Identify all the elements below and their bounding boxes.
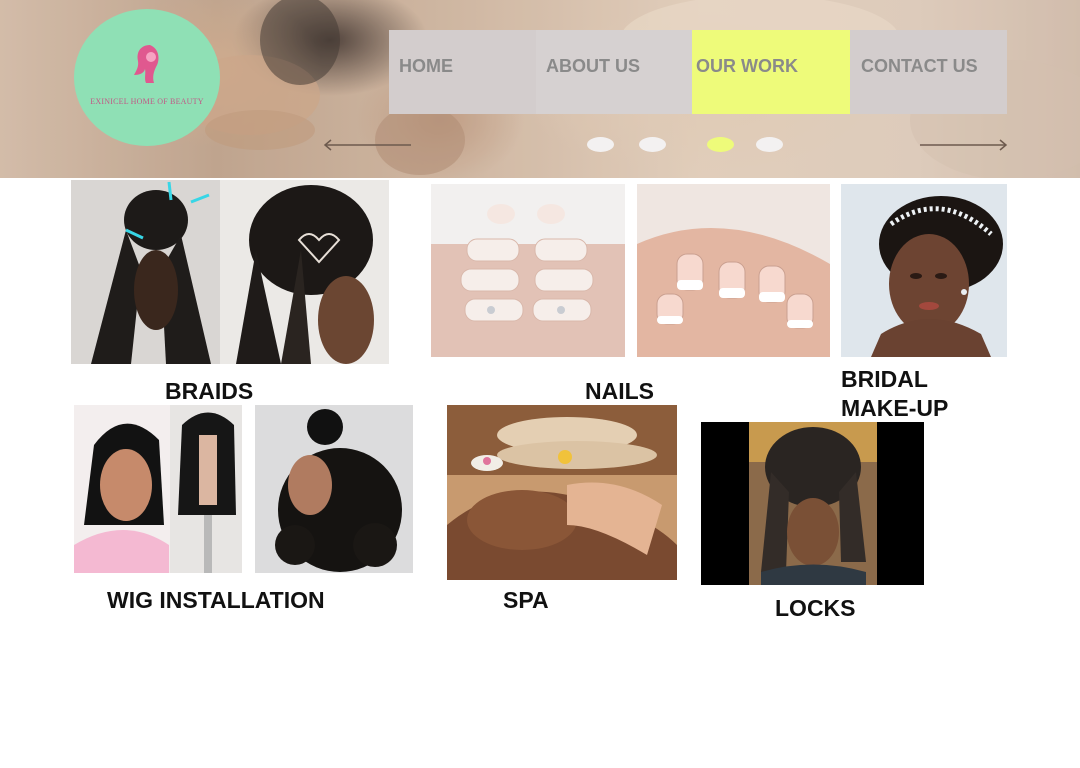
wig-photo-2 bbox=[255, 405, 413, 573]
bridal-photo bbox=[841, 184, 1007, 357]
spa-image[interactable] bbox=[447, 405, 677, 580]
carousel-dot-4[interactable] bbox=[756, 137, 783, 152]
bridal-makeup-image[interactable] bbox=[841, 184, 1007, 357]
wig-installation-caption: WIG INSTALLATION bbox=[107, 587, 325, 613]
nails-image-2[interactable] bbox=[637, 184, 830, 357]
carousel-dot-3[interactable] bbox=[707, 137, 734, 152]
braids-image[interactable] bbox=[71, 180, 389, 364]
carousel-dot-1[interactable] bbox=[587, 137, 614, 152]
woman-silhouette-icon bbox=[134, 45, 159, 83]
nails-photo-2 bbox=[637, 184, 830, 357]
carousel-dot-2[interactable] bbox=[639, 137, 666, 152]
bridal-caption-line1: BRIDAL bbox=[841, 366, 928, 392]
nails-photo-1 bbox=[431, 184, 625, 357]
bridal-caption: BRIDAL MAKE-UP bbox=[841, 365, 948, 423]
main-navigation: HOME ABOUT US OUR WORK CONTACT US bbox=[389, 30, 1007, 114]
nav-our-work[interactable]: OUR WORK bbox=[692, 30, 850, 114]
bridal-caption-line2: MAKE-UP bbox=[841, 395, 949, 421]
wig-image-2[interactable] bbox=[255, 405, 413, 573]
arrow-right-icon[interactable] bbox=[918, 138, 1008, 152]
nav-home[interactable]: HOME bbox=[389, 30, 536, 114]
hero-banner: EXINICEL HOME OF BEAUTY HOME ABOUT US OU… bbox=[0, 0, 1080, 178]
nails-caption: NAILS bbox=[585, 378, 654, 404]
page: EXINICEL HOME OF BEAUTY HOME ABOUT US OU… bbox=[0, 0, 1080, 768]
nails-image-1[interactable] bbox=[431, 184, 625, 357]
nav-contact-us[interactable]: CONTACT US bbox=[850, 30, 1007, 114]
wig-photo-1 bbox=[74, 405, 242, 573]
nav-about-us[interactable]: ABOUT US bbox=[536, 30, 692, 114]
spa-caption: SPA bbox=[503, 587, 549, 613]
locks-caption: LOCKS bbox=[775, 595, 856, 621]
braids-photo bbox=[71, 180, 389, 364]
locks-image[interactable] bbox=[701, 422, 924, 585]
locks-photo bbox=[701, 422, 924, 585]
logo-text: EXINICEL HOME OF BEAUTY bbox=[90, 97, 204, 106]
spa-photo bbox=[447, 405, 677, 580]
wig-image-1[interactable] bbox=[74, 405, 242, 573]
brand-logo[interactable]: EXINICEL HOME OF BEAUTY bbox=[74, 9, 220, 146]
arrow-left-icon[interactable] bbox=[323, 138, 413, 152]
braids-caption: BRAIDS bbox=[165, 378, 254, 404]
